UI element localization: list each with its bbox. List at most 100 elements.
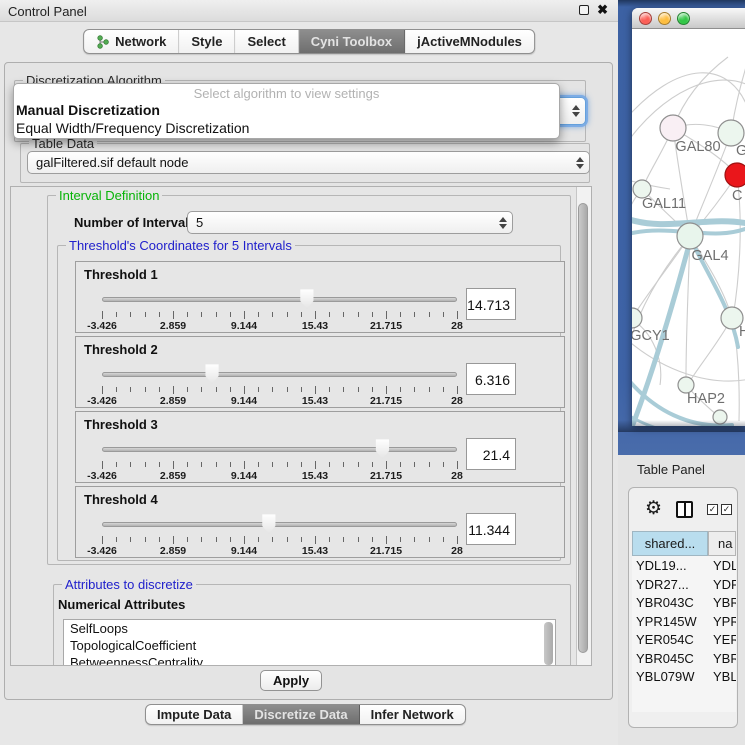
tab-impute-data[interactable]: Impute Data bbox=[146, 705, 243, 724]
table-cell-shared-name[interactable]: YBR043C bbox=[632, 594, 708, 613]
checked-checkbox-icon[interactable]: ✓ bbox=[721, 504, 732, 515]
threshold-slider[interactable]: -3.4262.8599.14415.4321.71528 bbox=[102, 363, 457, 407]
slider-tick bbox=[187, 387, 188, 392]
slider-tick bbox=[244, 536, 245, 544]
slider-tick bbox=[201, 387, 202, 392]
checked-checkbox-icon[interactable]: ✓ bbox=[707, 504, 718, 515]
combo-stepper-icon[interactable] bbox=[573, 157, 589, 169]
table-cell-shared-name[interactable]: YER054C bbox=[632, 631, 708, 650]
slider-thumb[interactable] bbox=[205, 364, 220, 384]
table-row[interactable]: YBR045CYBR0 bbox=[632, 650, 736, 669]
minimize-traffic-light-icon[interactable] bbox=[658, 12, 671, 25]
slider-tick bbox=[287, 312, 288, 317]
list-item[interactable]: TopologicalCoefficient bbox=[64, 637, 555, 654]
table-cell-name[interactable]: YDR2 bbox=[708, 576, 736, 595]
table-cell-shared-name[interactable]: YDL19... bbox=[632, 557, 708, 576]
tab-cyni-toolbox[interactable]: Cyni Toolbox bbox=[299, 30, 405, 53]
close-traffic-light-icon[interactable] bbox=[639, 12, 652, 25]
network-node[interactable] bbox=[660, 115, 686, 141]
tick-label: 21.715 bbox=[370, 395, 402, 407]
slider-track[interactable] bbox=[102, 297, 457, 302]
close-icon[interactable]: ✖ bbox=[597, 4, 608, 16]
tick-label: 9.144 bbox=[231, 470, 257, 482]
tab-style[interactable]: Style bbox=[179, 30, 235, 53]
slider-tick bbox=[130, 387, 131, 392]
table-cell-name[interactable]: YPR1 bbox=[708, 613, 736, 632]
threshold-value-field[interactable]: 11.344 bbox=[466, 513, 516, 545]
threshold-slider[interactable]: -3.4262.8599.14415.4321.71528 bbox=[102, 288, 457, 332]
threshold-value-field[interactable]: 21.4 bbox=[466, 438, 516, 470]
threshold-panel: Threshold 1-3.4262.8599.14415.4321.71528… bbox=[75, 261, 565, 333]
tab-infer-network[interactable]: Infer Network bbox=[360, 705, 465, 724]
slider-tick bbox=[358, 312, 359, 317]
table-data-combobox[interactable]: galFiltered.sif default node bbox=[27, 151, 590, 174]
table-row[interactable]: YER054CYER0 bbox=[632, 631, 736, 650]
table-row[interactable]: YPR145WYPR1 bbox=[632, 613, 736, 632]
network-window-titlebar[interactable] bbox=[632, 8, 745, 29]
slider-thumb[interactable] bbox=[261, 514, 276, 534]
slider-tick bbox=[414, 462, 415, 467]
list-item[interactable]: BetweennessCentrality bbox=[64, 654, 555, 666]
slider-tick bbox=[102, 461, 103, 469]
threshold-value-field[interactable]: 14.713 bbox=[466, 288, 516, 320]
dropdown-option-manual-discretization[interactable]: Manual Discretization bbox=[14, 101, 559, 119]
threshold-slider[interactable]: -3.4262.8599.14415.4321.71528 bbox=[102, 513, 457, 557]
slider-tick bbox=[187, 537, 188, 542]
tab-label: jActiveMNodules bbox=[417, 34, 522, 49]
slider-track[interactable] bbox=[102, 447, 457, 452]
network-canvas[interactable]: GAL80GACGAL11GAL4GCY1HHAP2 bbox=[632, 29, 745, 426]
tab-label: Infer Network bbox=[371, 707, 454, 722]
network-node[interactable] bbox=[677, 223, 703, 249]
gear-icon[interactable]: ⚙ bbox=[645, 500, 662, 518]
network-node[interactable] bbox=[632, 308, 642, 328]
threshold-value-field[interactable]: 6.316 bbox=[466, 363, 516, 395]
table-cell-shared-name[interactable]: YDR27... bbox=[632, 576, 708, 595]
table-cell-shared-name[interactable]: YBL079W bbox=[632, 668, 708, 685]
column-header-shared-name[interactable]: shared... bbox=[632, 531, 708, 556]
dropdown-option-equal-width-frequency[interactable]: Equal Width/Frequency Discretization bbox=[14, 119, 559, 137]
table-cell-name[interactable]: YBL0 bbox=[708, 668, 736, 685]
number-of-intervals-combobox[interactable]: 5 bbox=[187, 211, 513, 234]
list-item[interactable]: SelfLoops bbox=[64, 620, 555, 637]
tab-network[interactable]: Network bbox=[84, 30, 179, 53]
tab-select[interactable]: Select bbox=[235, 30, 298, 53]
combo-stepper-icon[interactable] bbox=[496, 217, 512, 229]
threshold-slider[interactable]: -3.4262.8599.14415.4321.71528 bbox=[102, 438, 457, 482]
list-scrollbar[interactable] bbox=[544, 622, 553, 665]
dropdown-prompt: Select algorithm to view settings bbox=[14, 84, 559, 101]
table-row[interactable]: YBR043CYBR0 bbox=[632, 594, 736, 613]
table-row[interactable]: YDR27...YDR2 bbox=[632, 576, 736, 595]
table-data-selected-value: galFiltered.sif default node bbox=[28, 155, 573, 170]
numerical-attributes-list[interactable]: SelfLoopsTopologicalCoefficientBetweenne… bbox=[63, 619, 556, 666]
slider-tick bbox=[201, 537, 202, 542]
table-cell-name[interactable]: YBR0 bbox=[708, 650, 736, 669]
column-layout-icon[interactable] bbox=[676, 501, 693, 518]
slider-tick bbox=[130, 537, 131, 542]
table-cell-shared-name[interactable]: YBR045C bbox=[632, 650, 708, 669]
slider-thumb[interactable] bbox=[375, 439, 390, 459]
scrollbar-thumb[interactable] bbox=[578, 203, 588, 653]
slider-tick bbox=[201, 462, 202, 467]
zoom-traffic-light-icon[interactable] bbox=[677, 12, 690, 25]
table-cell-name[interactable]: YBR0 bbox=[708, 594, 736, 613]
float-window-icon[interactable] bbox=[579, 5, 589, 15]
column-header-name[interactable]: na bbox=[708, 531, 736, 556]
slider-tick bbox=[287, 387, 288, 392]
slider-tick bbox=[130, 312, 131, 317]
network-node[interactable] bbox=[725, 163, 745, 187]
table-row[interactable]: YDL19...YDL1 bbox=[632, 557, 736, 576]
table-cell-name[interactable]: YER0 bbox=[708, 631, 736, 650]
tab-jactivemnodules[interactable]: jActiveMNodules bbox=[405, 30, 534, 53]
tab-discretize-data[interactable]: Discretize Data bbox=[243, 705, 359, 724]
network-graph[interactable]: GAL80GACGAL11GAL4GCY1HHAP2 bbox=[632, 29, 745, 426]
combo-stepper-icon[interactable] bbox=[569, 105, 585, 117]
slider-thumb[interactable] bbox=[299, 289, 314, 309]
table-cell-name[interactable]: YDL1 bbox=[708, 557, 736, 576]
apply-button[interactable]: Apply bbox=[260, 670, 322, 691]
table-row[interactable]: YBL079WYBL0 bbox=[632, 668, 736, 685]
slider-track[interactable] bbox=[102, 372, 457, 377]
slider-tick bbox=[102, 536, 103, 544]
table-cell-shared-name[interactable]: YPR145W bbox=[632, 613, 708, 632]
slider-track[interactable] bbox=[102, 522, 457, 527]
slider-tick bbox=[372, 537, 373, 542]
